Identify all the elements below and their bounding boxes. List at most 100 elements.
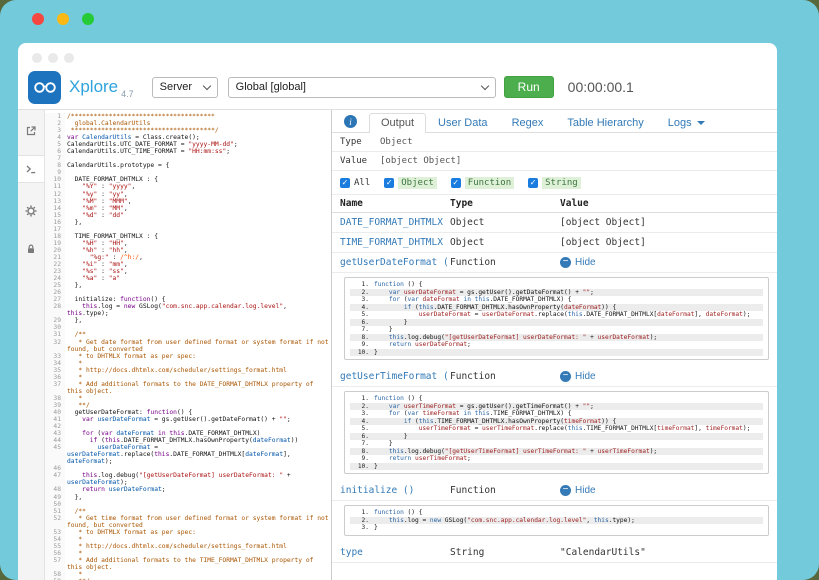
minimize-traffic-light-icon[interactable]	[57, 13, 69, 25]
editor-line: 38 *	[45, 395, 331, 402]
code-line-text: }	[374, 440, 393, 448]
editor-line-number: 16	[45, 219, 65, 226]
scope-select[interactable]: Global [global]	[228, 77, 496, 98]
filter-object[interactable]: ✓Object	[384, 177, 437, 189]
code-line: 8. this.log.debug("[getUserTimeFormat] u…	[350, 448, 763, 456]
checkbox-checked-icon[interactable]: ✓	[451, 178, 461, 188]
checkbox-checked-icon[interactable]: ✓	[528, 178, 538, 188]
maximize-traffic-light-icon[interactable]	[82, 13, 94, 25]
code-line: 7. }	[350, 440, 763, 448]
tab-regex[interactable]: Regex	[500, 113, 556, 133]
row-name-link[interactable]: initialize ()	[340, 485, 450, 496]
editor-line: 9	[45, 169, 331, 176]
editor-line-code: },	[65, 282, 331, 289]
editor-line-number: 20	[45, 247, 65, 254]
code-line: 2. this.log = new GSLog("com.snc.app.cal…	[350, 517, 763, 525]
editor-line: 34 *	[45, 360, 331, 367]
editor-line: 39 **/	[45, 402, 331, 409]
editor-line-code: **************************************/	[65, 127, 331, 134]
code-line: 2. var userTimeFormat = gs.getUser().get…	[350, 403, 763, 411]
editor-line: 45 userDateFormat = userDateFormat.repla…	[45, 444, 331, 465]
scope-select-value: Global [global]	[236, 81, 306, 93]
close-traffic-light-icon[interactable]	[32, 13, 44, 25]
editor-line-code: getUserDateFormat: function() {	[65, 409, 331, 416]
row-name-link-text: type	[340, 547, 363, 558]
editor-line-number: 54	[45, 536, 65, 543]
tab-label: Logs	[668, 117, 692, 129]
tab-logs[interactable]: Logs	[656, 113, 717, 133]
window-dot	[48, 53, 58, 63]
code-line: 1.function () {	[350, 395, 763, 403]
editor-line-number: 18	[45, 233, 65, 240]
table-row: TIME_FORMAT_DHTMLXObject[object Object]	[332, 233, 777, 253]
hide-toggle[interactable]: −Hide	[560, 257, 769, 268]
row-name-link[interactable]: DATE_FORMAT_DHTMLX	[340, 217, 450, 228]
code-line: 3.}	[350, 524, 763, 532]
editor-line: 12 "%y" : "yy",	[45, 191, 331, 198]
hide-toggle[interactable]: −Hide	[560, 485, 769, 496]
row-name-link[interactable]: getUserTimeFormat ()	[340, 371, 450, 382]
code-line-text: }	[374, 319, 408, 327]
editor-line-code: },	[65, 317, 331, 324]
editor-line-code	[65, 226, 331, 233]
editor-line: 22 "%i" : "mm",	[45, 261, 331, 268]
code-line-number: 1.	[350, 395, 374, 403]
editor-line-number: 36	[45, 374, 65, 381]
settings-gear-icon[interactable]	[18, 198, 44, 224]
result-meta: TypeObjectValue[object Object]	[332, 133, 777, 171]
row-value: "CalendarUtils"	[560, 547, 769, 558]
hide-toggle[interactable]: −Hide	[560, 371, 769, 382]
hide-label: Hide	[575, 371, 596, 382]
editor-line-code	[65, 155, 331, 162]
checkbox-checked-icon[interactable]: ✓	[340, 178, 350, 188]
info-icon[interactable]: i	[344, 115, 357, 128]
tab-output[interactable]: Output	[369, 113, 426, 133]
code-line-text: this.log.debug("[getUserDateFormat] user…	[374, 334, 657, 342]
tab-user-data[interactable]: User Data	[426, 113, 500, 133]
editor-line: 52 * Get time format from user defined f…	[45, 515, 331, 529]
editor-line-code: "%g:" : /^h:/,	[65, 254, 331, 261]
terminal-icon[interactable]	[18, 156, 44, 182]
script-editor[interactable]: 1/**************************************…	[45, 110, 332, 580]
editor-line-number: 26	[45, 289, 65, 296]
code-line-text: function () {	[374, 281, 422, 289]
editor-line-number: 11	[45, 183, 65, 190]
table-row: DATE_FORMAT_DHTMLXObject[object Object]	[332, 213, 777, 233]
code-line-text: }	[374, 524, 378, 532]
row-name-link[interactable]: type	[340, 547, 450, 558]
row-name-link[interactable]: getUserDateFormat ()	[340, 257, 450, 268]
editor-line-number: 56	[45, 550, 65, 557]
editor-line-number: 10	[45, 176, 65, 183]
checkbox-checked-icon[interactable]: ✓	[384, 178, 394, 188]
code-line: 9. return userDateFormat;	[350, 341, 763, 349]
editor-line: 40 getUserDateFormat: function() {	[45, 409, 331, 416]
editor-line: 48 return userDateFormat;	[45, 486, 331, 493]
editor-line-code: "%s" : "ss",	[65, 268, 331, 275]
editor-line-number: 28	[45, 303, 65, 317]
code-line-text: function () {	[374, 509, 422, 517]
open-in-new-window-icon[interactable]	[18, 118, 44, 144]
lock-icon[interactable]	[18, 236, 44, 262]
code-line-text: if (this.TIME_FORMAT_DHTMLX.hasOwnProper…	[374, 418, 616, 426]
code-line: 4. if (this.TIME_FORMAT_DHTMLX.hasOwnPro…	[350, 418, 763, 426]
editor-line-number: 9	[45, 169, 65, 176]
filter-all[interactable]: ✓All	[340, 178, 370, 188]
run-button[interactable]: Run	[504, 76, 554, 98]
server-select[interactable]: Server	[152, 77, 218, 98]
code-line: 8. this.log.debug("[getUserDateFormat] u…	[350, 334, 763, 342]
window-dot	[32, 53, 42, 63]
editor-line-code: *	[65, 571, 331, 578]
row-name-link[interactable]: TIME_FORMAT_DHTMLX	[340, 237, 450, 248]
meta-label: Value	[340, 156, 380, 166]
editor-line-code: * to DHTMLX format as per spec:	[65, 353, 331, 360]
row-value: −Hide	[560, 257, 769, 268]
editor-line-number: 31	[45, 331, 65, 338]
filter-string[interactable]: ✓String	[528, 177, 581, 189]
filter-function[interactable]: ✓Function	[451, 177, 514, 189]
tab-table-hierarchy[interactable]: Table Hierarchy	[555, 113, 655, 133]
code-line: 1.function () {	[350, 509, 763, 517]
row-type: Object	[450, 217, 560, 228]
code-line-number: 3.	[350, 296, 374, 304]
editor-line-number: 39	[45, 402, 65, 409]
editor-line: 7	[45, 155, 331, 162]
